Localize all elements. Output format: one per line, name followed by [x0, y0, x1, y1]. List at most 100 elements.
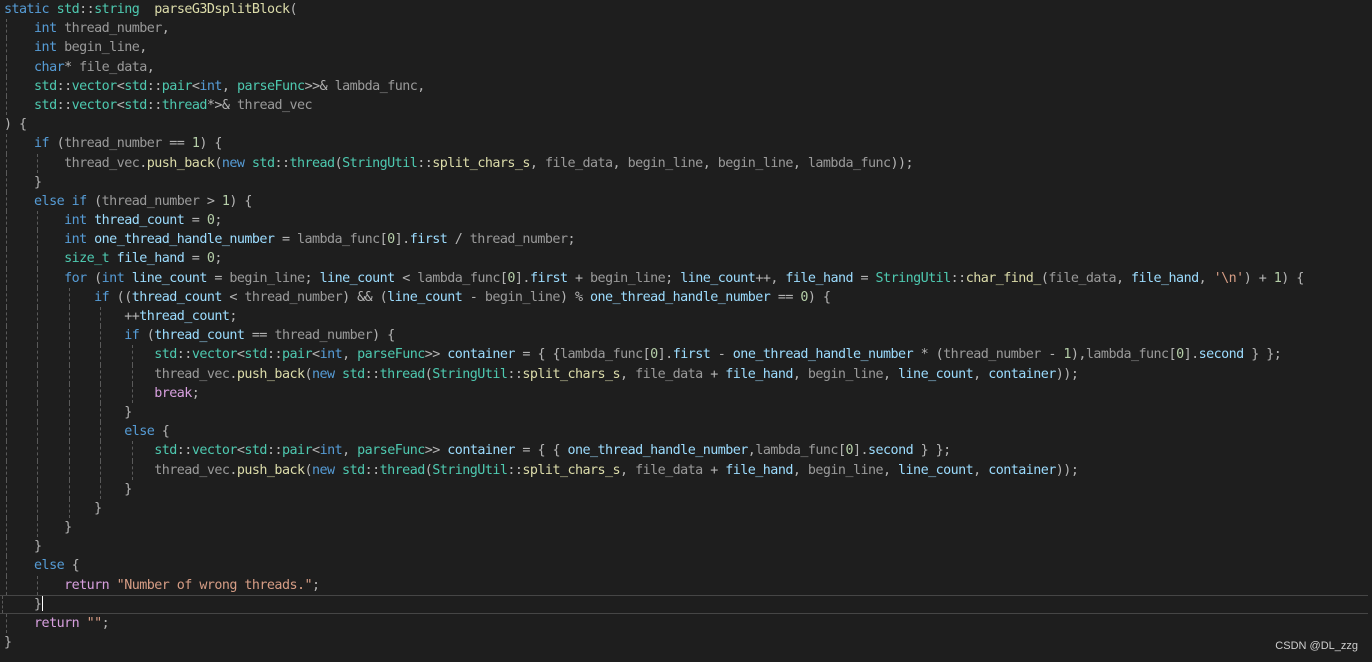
code-token: < — [221, 289, 245, 305]
indent-guide — [68, 498, 70, 519]
code-line[interactable]: ) { — [4, 115, 1368, 134]
code-token: ++ — [4, 309, 140, 324]
code-token: :: — [56, 97, 73, 113]
code-line[interactable]: int one_thread_handle_number = lambda_fu… — [4, 230, 1368, 250]
code-token: new — [221, 155, 245, 171]
code-token: thread_number — [469, 232, 568, 248]
code-token: ]. — [657, 347, 674, 363]
code-line[interactable]: } — [4, 498, 1368, 519]
code-token: ; — [214, 213, 222, 229]
code-token: < — [312, 443, 320, 459]
code-token: == — [244, 328, 275, 344]
code-token: parseG3DsplitBlock — [154, 2, 290, 17]
code-token: :: — [79, 2, 95, 17]
code-line[interactable]: } — [4, 479, 1368, 499]
code-line[interactable]: return ""; — [4, 614, 1368, 634]
code-line[interactable]: int begin_line, — [4, 38, 1368, 58]
code-token: begin_line — [484, 289, 561, 305]
code-token: + — [702, 366, 726, 382]
code-token: * — [64, 59, 72, 75]
code-token: = — [853, 270, 876, 286]
code-token: . — [229, 462, 237, 478]
code-line[interactable]: else { — [4, 422, 1368, 442]
code-token: int — [4, 213, 87, 229]
indent-guide — [37, 575, 39, 595]
code-area[interactable]: static std::string parseG3DsplitBlock( i… — [0, 0, 1368, 652]
code-token: { — [64, 558, 80, 574]
code-token: "Number of wrong threads." — [109, 577, 313, 593]
indent-guide — [131, 364, 133, 384]
code-line[interactable]: std::vector<std::pair<int, parseFunc>> c… — [4, 441, 1368, 461]
code-token: line_count — [898, 366, 974, 382]
code-line[interactable]: } — [4, 402, 1368, 423]
code-token: std — [334, 462, 365, 478]
indent-guide — [37, 383, 39, 403]
code-line[interactable]: return "Number of wrong threads."; — [4, 575, 1368, 595]
code-line[interactable]: if ((thread_count < thread_number) && (l… — [4, 287, 1368, 307]
code-editor[interactable]: static std::string parseG3DsplitBlock( i… — [0, 0, 1372, 662]
code-token: ( — [49, 136, 65, 152]
code-token: ]. — [852, 443, 869, 459]
code-line[interactable]: break; — [4, 383, 1368, 403]
code-line[interactable]: int thread_count = 0; — [4, 211, 1368, 231]
code-line[interactable]: thread_vec.push_back(new std::thread(Str… — [4, 153, 1368, 173]
code-line[interactable]: thread_vec.push_back(new std::thread(Str… — [4, 364, 1368, 384]
code-line[interactable]: else if (thread_number > 1) { — [4, 191, 1368, 212]
code-token: lambda_func — [807, 155, 891, 171]
code-token: pair — [161, 78, 193, 94]
code-token: begin_line — [807, 366, 884, 382]
code-token: begin_line — [590, 270, 666, 286]
code-token: int — [319, 443, 343, 459]
code-line[interactable]: } — [0, 594, 1368, 614]
code-line[interactable]: thread_vec.push_back(new std::thread(Str… — [4, 460, 1368, 480]
code-line[interactable]: std::vector<std::pair<int, parseFunc>>& … — [4, 76, 1368, 96]
code-token: StringUtil — [342, 155, 418, 171]
code-token: ; — [665, 270, 681, 286]
code-token: file_hand — [725, 366, 793, 382]
code-line[interactable]: } — [4, 537, 1368, 557]
code-token: ( — [289, 2, 298, 17]
code-token: ; — [191, 385, 200, 401]
code-line[interactable]: std::vector<std::pair<int, parseFunc>> c… — [4, 345, 1368, 365]
indent-guide — [37, 307, 39, 327]
code-line[interactable]: } — [4, 172, 1368, 192]
indent-guide — [6, 76, 7, 96]
code-line[interactable]: std::vector<std::thread*>& thread_vec — [4, 95, 1368, 116]
code-line[interactable]: int thread_number, — [4, 19, 1368, 39]
code-token: split_chars_s — [432, 155, 530, 171]
code-line[interactable]: if (thread_count == thread_number) { — [4, 326, 1368, 346]
code-token: int — [101, 270, 125, 286]
indent-guide — [6, 345, 7, 365]
code-line[interactable]: char* file_data, — [4, 57, 1368, 77]
code-line[interactable]: size_t file_hand = 0; — [4, 249, 1368, 269]
code-token: one_thread_handle_number — [732, 347, 914, 363]
code-token: >> — [424, 443, 448, 459]
code-token: first — [672, 347, 711, 363]
code-token: thread_number — [943, 347, 1041, 363]
code-token: :: — [364, 366, 381, 382]
indent-guide — [6, 498, 7, 519]
indent-guide — [37, 460, 39, 480]
code-token: , — [702, 155, 718, 171]
code-token: :: — [146, 97, 163, 113]
code-token: lambda_func — [559, 347, 643, 363]
code-token: begin_line — [717, 155, 794, 171]
code-token: ( — [304, 462, 312, 478]
code-line[interactable]: } — [4, 633, 1368, 652]
code-line[interactable]: for (int line_count = begin_line; line_c… — [4, 268, 1368, 288]
code-token: std — [244, 155, 275, 171]
code-token: = — [184, 251, 207, 267]
code-token: std — [4, 97, 57, 113]
indent-guide — [100, 383, 102, 403]
code-line[interactable]: static std::string parseG3DsplitBlock( — [4, 0, 1368, 19]
code-line[interactable]: else { — [4, 556, 1368, 576]
code-line[interactable]: } — [4, 518, 1368, 538]
code-token: = — [274, 232, 297, 248]
code-line[interactable]: if (thread_number == 1) { — [4, 134, 1368, 154]
code-token: else if — [4, 193, 87, 209]
code-line[interactable]: ++thread_count; — [4, 307, 1368, 327]
code-token: string — [94, 2, 140, 17]
code-token: if — [4, 136, 50, 152]
code-token: ( — [86, 193, 102, 209]
code-token: = { { — [514, 347, 560, 363]
